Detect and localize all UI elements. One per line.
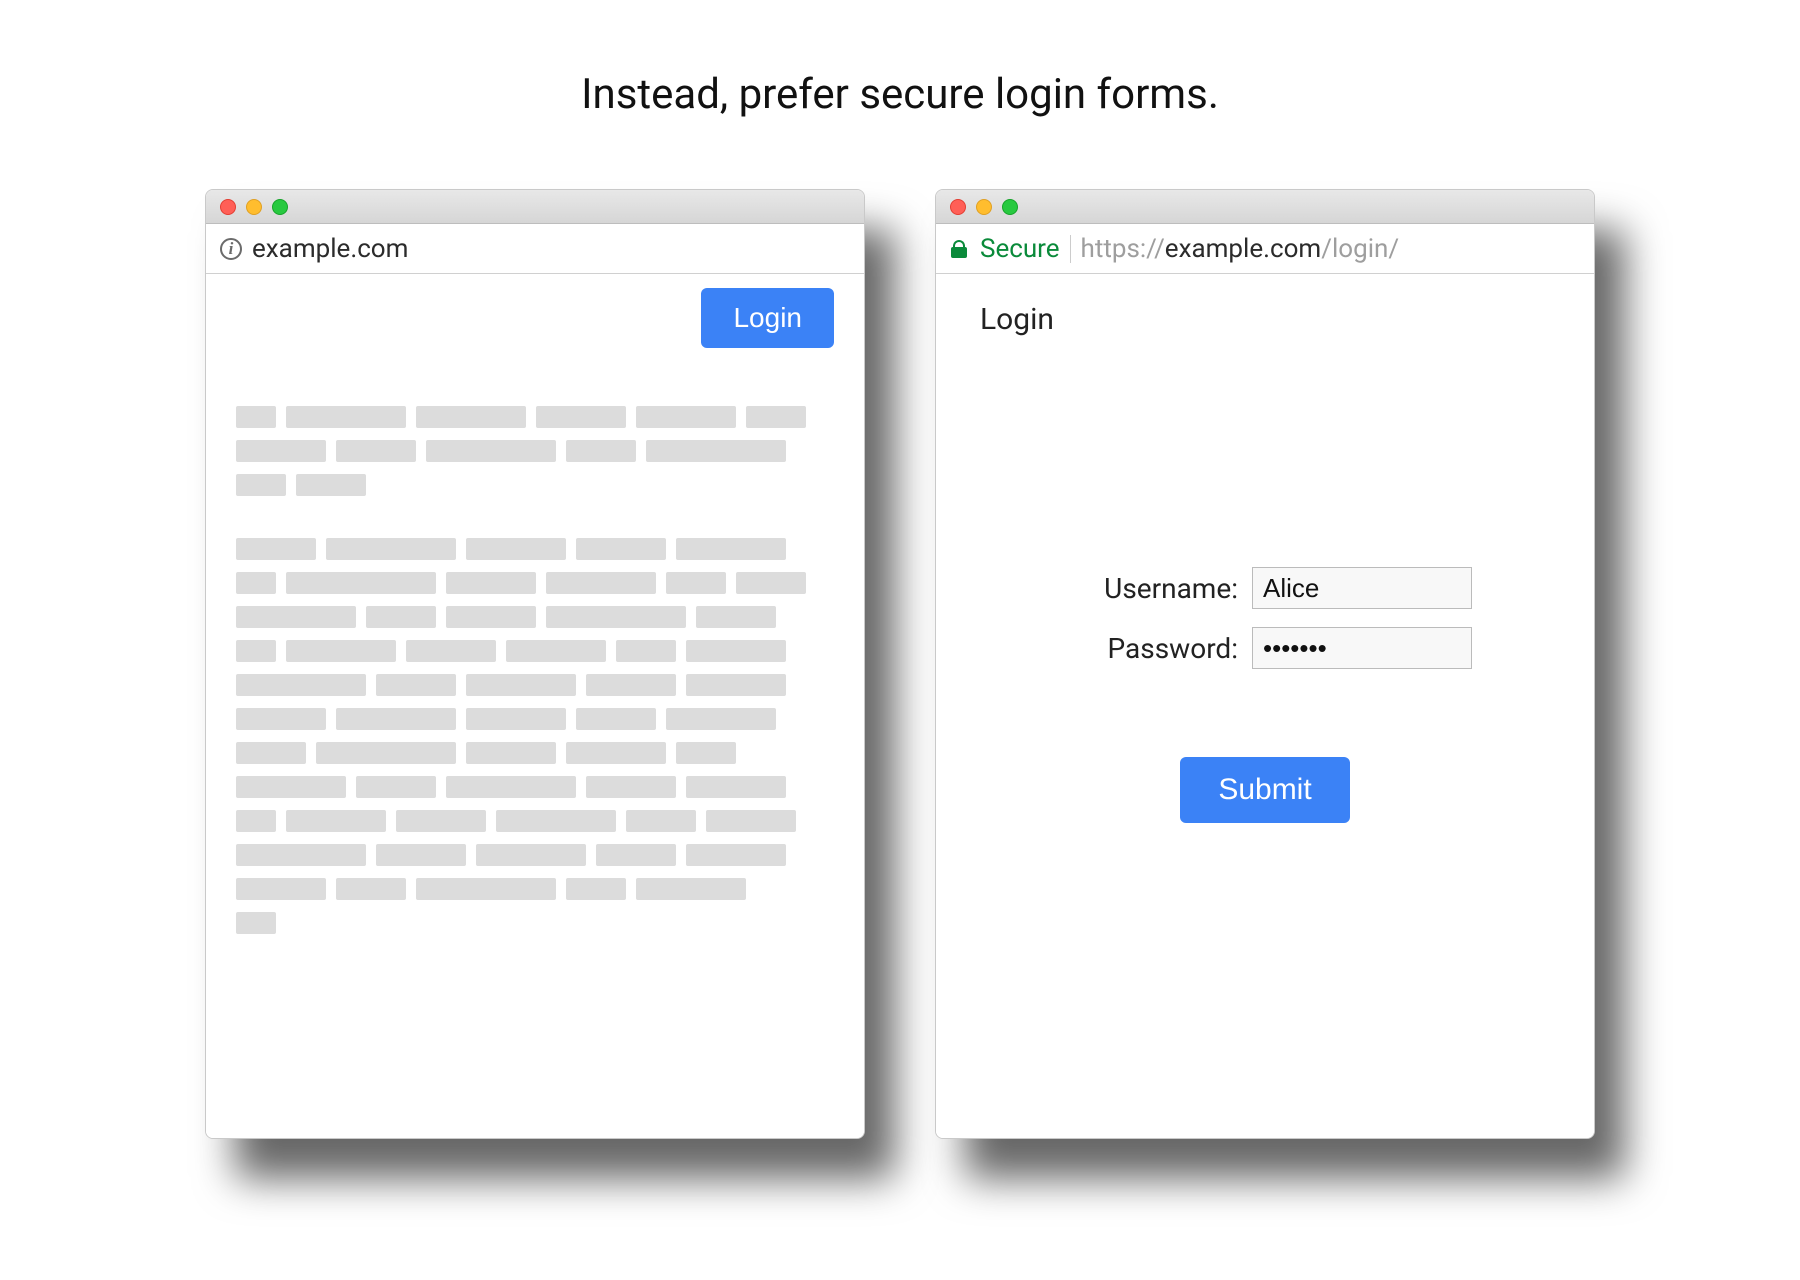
url-host: example.com	[1165, 234, 1321, 264]
info-icon[interactable]: i	[220, 238, 242, 260]
address-bar[interactable]: Secure https://example.com/login/	[936, 224, 1594, 274]
password-label: Password:	[1058, 632, 1238, 665]
close-icon[interactable]	[950, 199, 966, 215]
lock-icon[interactable]	[950, 240, 968, 258]
panels-container: i example.com Login	[205, 189, 1595, 1139]
maximize-icon[interactable]	[1002, 199, 1018, 215]
username-label: Username:	[1058, 572, 1238, 605]
window-titlebar	[936, 190, 1594, 224]
login-form: Username: Password: Submit	[966, 567, 1564, 823]
close-icon[interactable]	[220, 199, 236, 215]
secure-label: Secure	[980, 234, 1060, 264]
window-titlebar	[206, 190, 864, 224]
divider	[1070, 235, 1071, 263]
url-scheme: https://	[1081, 234, 1165, 264]
submit-button[interactable]: Submit	[1180, 757, 1349, 823]
password-field[interactable]	[1252, 627, 1472, 669]
minimize-icon[interactable]	[246, 199, 262, 215]
page-title: Login	[980, 302, 1564, 337]
url-text: example.com	[252, 234, 408, 264]
password-row: Password:	[1058, 627, 1472, 669]
maximize-icon[interactable]	[272, 199, 288, 215]
diagram-heading: Instead, prefer secure login forms.	[581, 70, 1219, 119]
page-content: Login	[206, 274, 864, 1138]
address-bar[interactable]: i example.com	[206, 224, 864, 274]
username-row: Username:	[1058, 567, 1472, 609]
page-content: Login Username: Password: Submit	[936, 274, 1594, 1138]
login-button[interactable]: Login	[701, 288, 834, 348]
minimize-icon[interactable]	[976, 199, 992, 215]
username-field[interactable]	[1252, 567, 1472, 609]
insecure-browser-window: i example.com Login	[205, 189, 865, 1139]
url-text: https://example.com/login/	[1081, 234, 1400, 264]
placeholder-text-block	[236, 406, 834, 934]
secure-browser-window: Secure https://example.com/login/ Login …	[935, 189, 1595, 1139]
url-path: /login/	[1321, 234, 1399, 264]
